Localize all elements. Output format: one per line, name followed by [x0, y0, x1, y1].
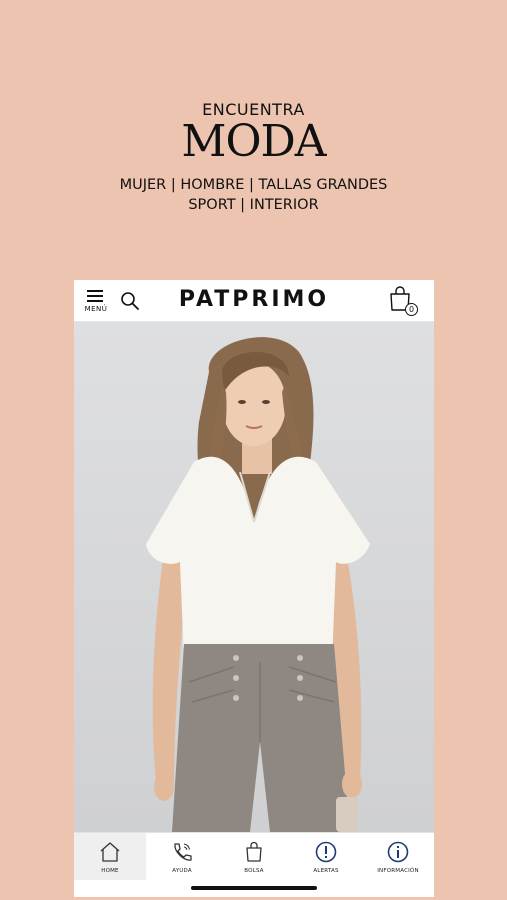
home-indicator[interactable] — [191, 886, 317, 890]
app-top-bar: MENÚ PATPRIMO 0 — [74, 280, 434, 322]
tab-alertas-label: ALERTAS — [313, 868, 339, 874]
tab-alertas[interactable]: ALERTAS — [290, 833, 362, 880]
info-icon — [387, 841, 409, 863]
tab-bolsa-label: BOLSA — [244, 868, 264, 874]
tab-bolsa[interactable]: BOLSA — [218, 833, 290, 880]
promo-categories: MUJER | HOMBRE | TALLAS GRANDES SPORT | … — [0, 175, 507, 215]
shopping-bag-icon — [246, 841, 262, 862]
bottom-tab-bar: HOME AYUDA BOLSA ALERTAS INFORMACIÓN — [74, 832, 434, 880]
tab-informacion[interactable]: INFORMACIÓN — [362, 833, 434, 880]
promo-header: ENCUENTRA MODA MUJER | HOMBRE | TALLAS G… — [0, 100, 507, 215]
tab-ayuda[interactable]: AYUDA — [146, 833, 218, 880]
brand-logo[interactable]: PATPRIMO — [74, 287, 434, 312]
hero-image[interactable] — [74, 322, 434, 832]
model-photo — [146, 337, 370, 832]
home-icon — [100, 842, 120, 862]
promo-categories-line-2: SPORT | INTERIOR — [188, 197, 319, 213]
tab-ayuda-label: AYUDA — [172, 868, 192, 874]
promo-headline: MODA — [181, 116, 326, 167]
tab-home-label: HOME — [101, 868, 119, 874]
alert-icon — [315, 841, 337, 863]
phone-icon — [174, 843, 192, 861]
cart-count-badge: 0 — [405, 303, 418, 316]
promo-categories-line-1: MUJER | HOMBRE | TALLAS GRANDES — [119, 177, 388, 193]
tab-informacion-label: INFORMACIÓN — [377, 868, 419, 874]
cart-button[interactable]: 0 — [388, 286, 418, 316]
app-screen-preview: MENÚ PATPRIMO 0 HOME AYUDA BOLSA ALERTAS… — [74, 280, 434, 897]
tab-home[interactable]: HOME — [74, 833, 146, 880]
